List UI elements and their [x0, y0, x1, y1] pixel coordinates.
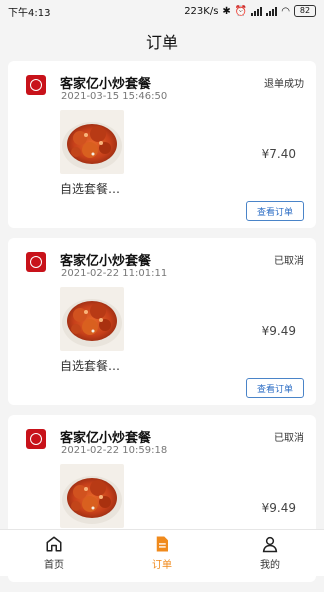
- shop-name: 客家亿小炒套餐: [60, 431, 152, 446]
- page-title: 订单: [145, 33, 178, 52]
- battery-icon: 82: [294, 5, 316, 17]
- order-status: 已取消: [274, 256, 304, 267]
- order-price: ¥7.40: [261, 147, 296, 161]
- bottom-tab-bar: 首页 订单 我的: [0, 529, 324, 576]
- user-icon: [262, 536, 278, 553]
- shop-logo-icon: [26, 252, 46, 272]
- alarm-icon: ⏰: [234, 5, 248, 17]
- food-image: [60, 464, 124, 528]
- tab-label: 首页: [44, 560, 64, 571]
- order-card[interactable]: 客家亿小炒套餐 2021-03-15 15:46:50 退单成功 自选套餐… ¥…: [8, 61, 316, 228]
- home-icon: [46, 536, 62, 552]
- food-image: [60, 110, 124, 174]
- status-indicators: 223K/s ✱ ⏰ ◠ 82: [184, 5, 316, 17]
- order-time: 2021-02-22 10:59:18: [61, 445, 168, 456]
- order-price: ¥9.49: [261, 501, 296, 515]
- order-time: 2021-02-22 11:01:11: [61, 268, 168, 279]
- food-description: 自选套餐…: [60, 182, 121, 196]
- order-status: 已取消: [274, 433, 304, 444]
- shop-name: 客家亿小炒套餐: [60, 77, 152, 92]
- tab-label: 订单: [152, 560, 172, 571]
- shop-logo-icon: [26, 429, 46, 449]
- bluetooth-icon: ✱: [222, 5, 231, 17]
- shop-logo-icon: [26, 75, 46, 95]
- order-list: 客家亿小炒套餐 2021-03-15 15:46:50 退单成功 自选套餐… ¥…: [8, 61, 316, 592]
- view-order-button[interactable]: 查看订单: [246, 201, 304, 221]
- order-price: ¥9.49: [261, 324, 296, 338]
- tab-profile[interactable]: 我的: [216, 530, 324, 576]
- shop-name: 客家亿小炒套餐: [60, 254, 152, 269]
- food-image: [60, 287, 124, 351]
- status-time: 下午4:13: [8, 7, 51, 19]
- view-order-button[interactable]: 查看订单: [246, 378, 304, 398]
- tab-label: 我的: [260, 560, 280, 571]
- tab-orders[interactable]: 订单: [108, 530, 216, 576]
- network-speed: 223K/s: [184, 5, 219, 17]
- wifi-icon: ◠: [281, 5, 290, 17]
- order-card[interactable]: 客家亿小炒套餐 2021-02-22 11:01:11 已取消 自选套餐… ¥9…: [8, 238, 316, 405]
- tab-home[interactable]: 首页: [0, 530, 108, 576]
- status-bar: 下午4:13 223K/s ✱ ⏰ ◠ 82: [0, 0, 324, 22]
- order-time: 2021-03-15 15:46:50: [61, 91, 168, 102]
- order-status: 退单成功: [264, 79, 304, 90]
- order-icon: [156, 536, 168, 552]
- food-description: 自选套餐…: [60, 359, 121, 373]
- signal-icon: [251, 6, 263, 16]
- signal-2-icon: [266, 6, 278, 16]
